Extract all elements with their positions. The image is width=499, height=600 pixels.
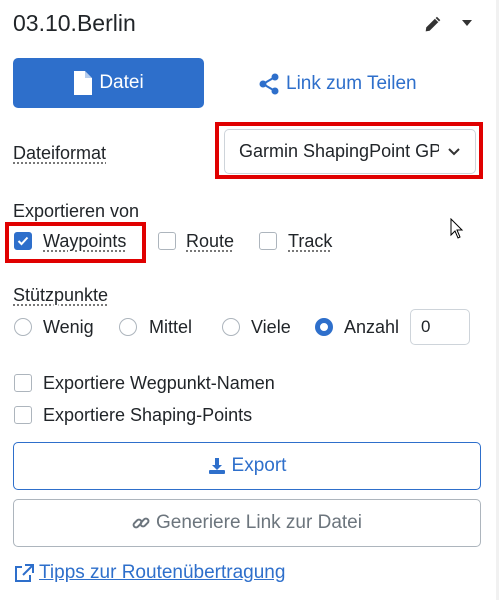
page-title: 03.10.Berlin (13, 10, 136, 36)
radio-viele[interactable] (222, 318, 240, 336)
radio-wenig[interactable] (14, 318, 32, 336)
share-icon (259, 73, 279, 95)
tab-datei[interactable]: Datei (13, 58, 204, 108)
export-from-label: Exportieren von (13, 201, 140, 221)
tab-datei-label: Datei (99, 72, 144, 93)
format-label: Dateiformat (13, 143, 107, 163)
waypoints-checkbox[interactable] (14, 232, 32, 250)
link-icon (132, 517, 150, 529)
tips-link-label: Tipps zur Routenübertragung (39, 562, 286, 583)
format-select[interactable]: Garmin ShapingPoint GPX (224, 129, 476, 174)
generate-link-label: Generiere Link zur Datei (156, 512, 362, 533)
shaping-points-label[interactable]: Exportiere Shaping-Points (43, 405, 252, 426)
format-select-value: Garmin ShapingPoint GPX (239, 141, 439, 161)
tips-link[interactable]: Tipps zur Routenübertragung (13, 562, 285, 584)
tab-link-teilen[interactable]: Link zum Teilen (258, 70, 417, 98)
shaping-points-checkbox[interactable] (14, 406, 32, 424)
support-points-label: Stützpunkte (13, 285, 109, 305)
mouse-cursor-icon (450, 218, 464, 239)
external-link-icon (15, 564, 34, 582)
generate-link-button[interactable]: Generiere Link zur Datei (13, 499, 481, 547)
waypoint-names-checkbox[interactable] (14, 374, 32, 392)
export-button[interactable]: Export (13, 442, 481, 490)
pencil-icon[interactable] (424, 15, 442, 33)
radio-viele-label[interactable]: Viele (251, 317, 291, 338)
check-icon (17, 236, 29, 246)
count-input[interactable]: 0 (410, 309, 470, 345)
radio-mittel-label[interactable]: Mittel (149, 317, 192, 338)
tab-link-label: Link zum Teilen (286, 73, 417, 94)
waypoint-names-label[interactable]: Exportiere Wegpunkt-Namen (43, 373, 275, 394)
radio-wenig-label[interactable]: Wenig (43, 317, 94, 338)
waypoints-label[interactable]: Waypoints (43, 231, 126, 252)
file-icon (74, 71, 93, 95)
track-checkbox[interactable] (259, 232, 277, 250)
radio-mittel[interactable] (119, 318, 137, 336)
chevron-down-icon (448, 148, 460, 156)
radio-anzahl-label[interactable]: Anzahl (344, 317, 399, 338)
radio-anzahl[interactable] (315, 318, 333, 336)
download-icon (208, 458, 225, 474)
export-button-label: Export (231, 455, 287, 476)
route-checkbox[interactable] (158, 232, 176, 250)
chevron-down-icon[interactable] (462, 20, 472, 26)
route-label[interactable]: Route (186, 231, 234, 252)
track-label[interactable]: Track (288, 231, 332, 252)
